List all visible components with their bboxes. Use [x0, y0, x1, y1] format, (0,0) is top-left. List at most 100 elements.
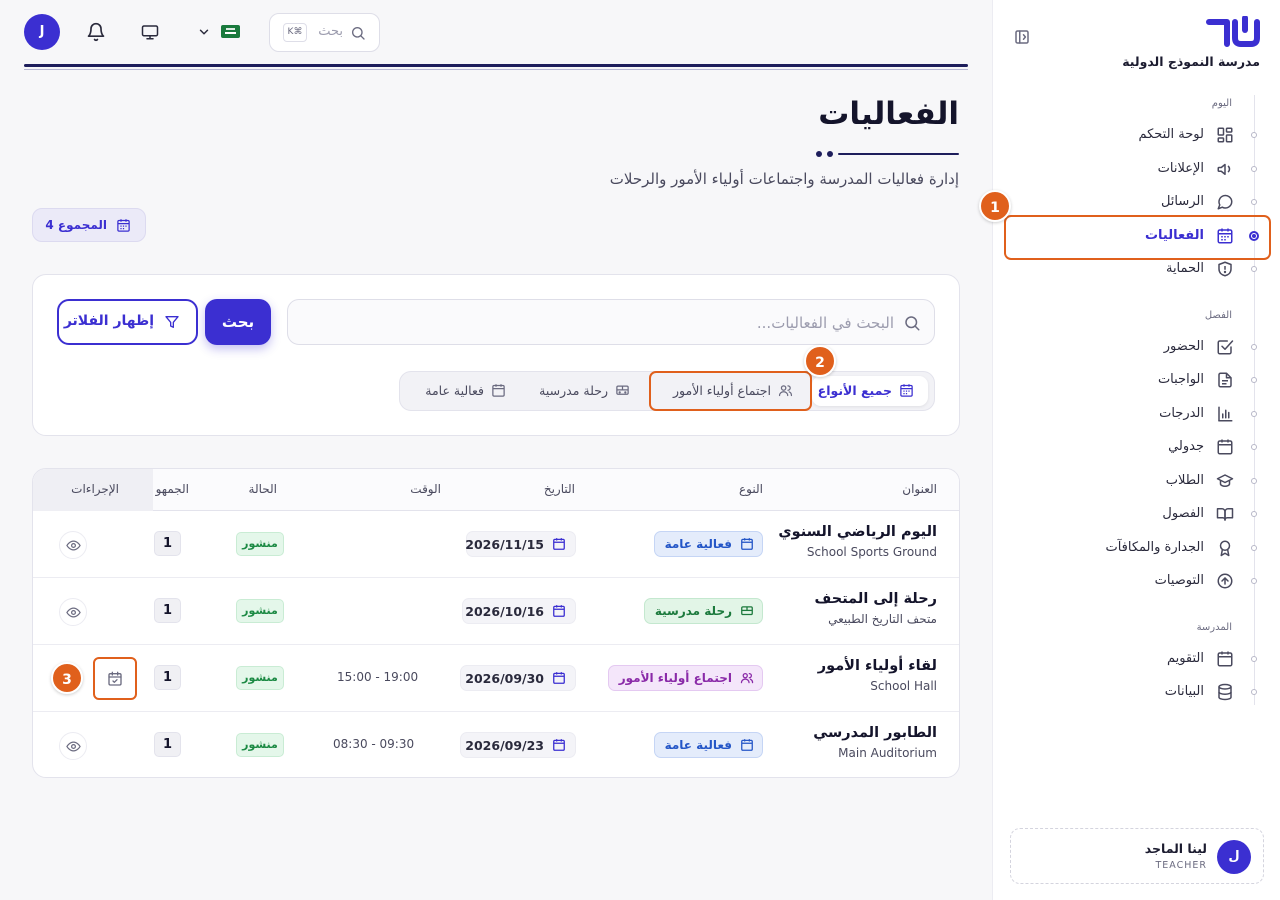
col-date: التاريخ	[543, 482, 575, 496]
book-icon	[1216, 505, 1234, 523]
show-filters-button[interactable]: إظهار الفلاتر	[57, 299, 198, 345]
event-type-label: رحلة مدرسية	[654, 604, 732, 618]
user-avatar: ل	[1217, 840, 1251, 874]
col-title: العنوان	[902, 482, 937, 496]
bus-icon	[615, 383, 630, 398]
sidebar-item-attendance[interactable]: الحضور	[992, 331, 1280, 363]
view-button[interactable]	[59, 531, 87, 559]
sidebar-item-label: لوحة التحكم	[1138, 127, 1204, 142]
events-search-input[interactable]	[314, 312, 894, 334]
sidebar-item-homework[interactable]: الواجبات	[992, 364, 1280, 396]
event-type-badge: فعالية عامة	[654, 732, 763, 758]
sidebar-item-dashboard[interactable]: لوحة التحكم	[992, 119, 1280, 151]
col-audience: الجمهو	[155, 482, 189, 496]
view-button[interactable]	[59, 598, 87, 626]
calendar-icon	[1216, 438, 1234, 456]
nav-dot	[1251, 689, 1257, 695]
nav-dot	[1251, 132, 1257, 138]
tab-general-event[interactable]: فعالية عامة	[410, 376, 520, 406]
tab-all-types[interactable]: جميع الأنواع	[812, 376, 928, 406]
calendar-icon	[740, 738, 754, 752]
sidebar-item-announcements[interactable]: الإعلانات	[992, 153, 1280, 185]
events-table: العنوان النوع التاريخ الوقت الحالة الجمه…	[32, 468, 960, 778]
sidebar-item-merits[interactable]: الجدارة والمكافآت	[992, 532, 1280, 564]
col-status: الحالة	[248, 482, 277, 496]
bell-icon[interactable]	[86, 22, 106, 42]
user-card[interactable]: ل لينا الماجد TEACHER	[1010, 828, 1264, 884]
event-date-label: 2026/10/16	[465, 604, 544, 619]
total-count-badge: 4 المجموع	[32, 208, 146, 242]
sidebar-item-classes[interactable]: الفصول	[992, 498, 1280, 530]
tab-label: جميع الأنواع	[817, 383, 892, 398]
step-badge-2: 2	[804, 345, 836, 377]
table-row[interactable]: اليوم الرياضي السنوي School Sports Groun…	[33, 511, 959, 578]
status-badge: منشور	[236, 532, 284, 556]
search-icon	[903, 314, 921, 332]
sidebar-item-referrals[interactable]: التوصيات	[992, 565, 1280, 597]
event-date-label: 2026/11/15	[465, 537, 544, 552]
view-button[interactable]	[59, 732, 87, 760]
add-to-calendar-button[interactable]	[93, 657, 137, 700]
table-row[interactable]: الطابور المدرسي Main Auditorium فعالية ع…	[33, 712, 959, 777]
arrow-up-circle-icon	[1216, 572, 1234, 590]
nav-dot	[1251, 166, 1257, 172]
sidebar-item-label: الجدارة والمكافآت	[1105, 540, 1204, 555]
nav-section-today: اليوم	[1211, 98, 1232, 109]
nav-section-class: الفصل	[1204, 310, 1232, 321]
calendar-icon	[491, 383, 506, 398]
sidebar-item-data[interactable]: البيانات	[992, 676, 1280, 708]
event-title: الطابور المدرسي	[813, 725, 937, 741]
global-search[interactable]: K⌘ بحث	[269, 13, 380, 52]
check-square-icon	[1216, 338, 1234, 356]
sidebar: مدرسة النموذج الدولية اليوم لوحة التحكم …	[979, 0, 1280, 900]
step-badge-1: 1	[979, 190, 1011, 222]
sidebar-item-students[interactable]: الطلاب	[992, 465, 1280, 497]
step-badge-3: 3	[51, 662, 83, 694]
sidebar-item-my-schedule[interactable]: جدولي	[992, 431, 1280, 463]
status-badge: منشور	[236, 666, 284, 690]
highlight-events-nav	[1004, 215, 1271, 260]
sidebar-item-label: الدرجات	[1159, 406, 1204, 421]
saudi-flag-icon[interactable]	[221, 25, 240, 38]
header-divider	[24, 64, 968, 67]
total-count-label: 4 المجموع	[45, 218, 107, 232]
calendar-check-icon	[107, 671, 123, 687]
sidebar-item-label: الطلاب	[1165, 473, 1204, 488]
col-type: النوع	[739, 482, 763, 496]
sidebar-item-label: الحماية	[1165, 261, 1204, 276]
event-date: 2026/09/23	[460, 732, 576, 758]
topbar-avatar[interactable]: J	[24, 14, 60, 50]
sidebar-item-label: التوصيات	[1154, 573, 1204, 588]
school-logo[interactable]	[1205, 16, 1261, 50]
chevron-down-icon[interactable]	[197, 25, 211, 39]
event-type-badge: رحلة مدرسية	[644, 598, 763, 624]
nav-dot	[1251, 411, 1257, 417]
filter-card: بحث إظهار الفلاتر جميع الأنواع اجتماع أو…	[32, 274, 960, 436]
table-row[interactable]: لقاء أولياء الأمور School Hall اجتماع أو…	[33, 645, 959, 712]
monitor-icon[interactable]	[141, 23, 159, 41]
event-type-label: فعالية عامة	[664, 738, 732, 752]
nav-dot	[1251, 656, 1257, 662]
dashboard-icon	[1216, 126, 1234, 144]
title-underline	[838, 153, 959, 155]
audience-count: 1	[154, 598, 181, 623]
events-search-field[interactable]	[287, 299, 935, 345]
megaphone-icon	[1216, 160, 1234, 178]
event-location: متحف التاريخ الطبيعي	[828, 612, 937, 626]
sidebar-item-grades[interactable]: الدرجات	[992, 398, 1280, 430]
sidebar-item-messages[interactable]: الرسائل	[992, 186, 1280, 218]
event-title: رحلة إلى المتحف	[814, 591, 937, 607]
event-date-label: 2026/09/30	[465, 671, 544, 686]
school-name: مدرسة النموذج الدولية	[1122, 54, 1260, 69]
sidebar-item-calendar[interactable]: التقويم	[992, 643, 1280, 675]
event-date: 2026/09/30	[460, 665, 576, 691]
sidebar-collapse-icon[interactable]	[1013, 28, 1031, 46]
search-button[interactable]: بحث	[205, 299, 271, 345]
table-row[interactable]: رحلة إلى المتحف متحف التاريخ الطبيعي رحل…	[33, 578, 959, 645]
event-type-label: فعالية عامة	[664, 537, 732, 551]
tab-school-trip[interactable]: رحلة مدرسية	[526, 376, 644, 406]
status-badge: منشور	[236, 733, 284, 757]
show-filters-label: إظهار الفلاتر	[63, 313, 154, 329]
user-role: TEACHER	[1155, 860, 1207, 871]
sidebar-item-label: جدولي	[1168, 439, 1204, 454]
